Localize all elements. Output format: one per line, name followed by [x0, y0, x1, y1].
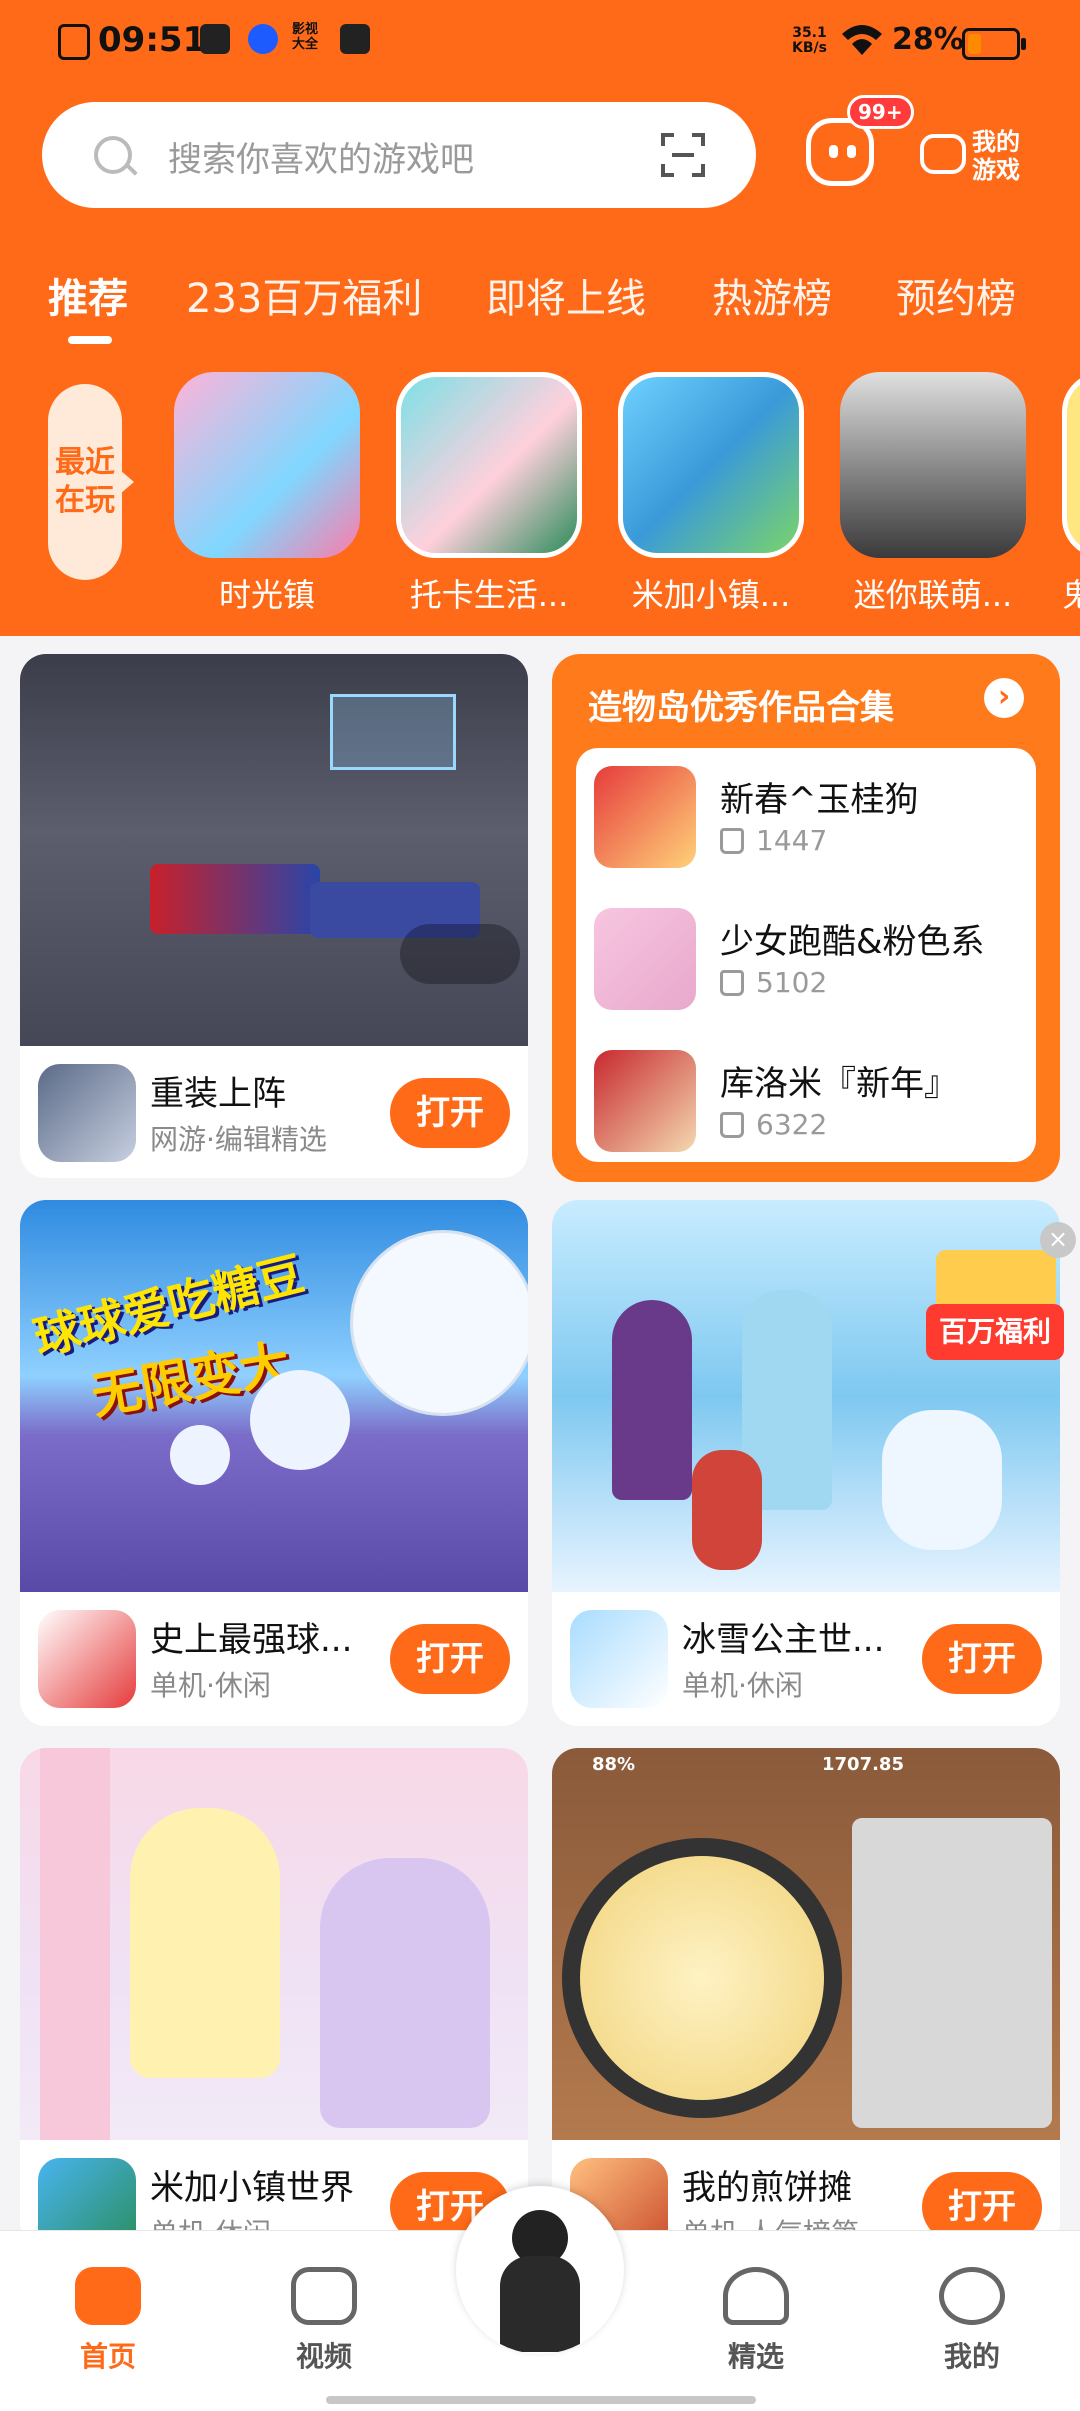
game-icon	[38, 1064, 136, 1162]
game-meta: 网游·编辑精选	[150, 1123, 327, 1156]
welfare-coupon[interactable]: 百万福利	[926, 1242, 1064, 1376]
coupon-label: 百万福利	[926, 1304, 1064, 1360]
thumbs-up-icon	[720, 1112, 744, 1138]
game-icon	[38, 1610, 136, 1708]
header: 09:51 影视大全 35.1 KB/s 28% 搜索你喜欢的游戏吧 99+ 我的…	[0, 0, 1080, 636]
clock: 09:51	[98, 20, 207, 60]
tab-hot[interactable]: 热游榜	[712, 266, 832, 324]
open-button[interactable]: 打开	[390, 1624, 510, 1694]
collection-title: 造物岛优秀作品合集	[588, 688, 894, 728]
wifi-icon	[842, 25, 882, 55]
game-screenshot	[20, 1748, 528, 2140]
search-placeholder: 搜索你喜欢的游戏吧	[168, 140, 474, 180]
battery-icon	[962, 28, 1026, 60]
open-button[interactable]: 打开	[922, 1624, 1042, 1694]
recent-game[interactable]: 米加小镇...	[618, 372, 804, 616]
avatar-button[interactable]	[456, 2186, 624, 2354]
game-screenshot	[20, 654, 528, 1046]
game-icon	[1062, 372, 1080, 558]
nav-mine[interactable]: 我的	[912, 2267, 1032, 2375]
close-icon[interactable]: ×	[1040, 1222, 1076, 1258]
nav-featured[interactable]: 精选	[696, 2267, 816, 2375]
recent-game[interactable]: 鬼	[1062, 372, 1080, 616]
gamepad-icon	[75, 2267, 141, 2325]
game-name: 我的煎饼摊	[682, 2168, 852, 2208]
app-badge: 影视大全	[292, 22, 319, 52]
recent-game[interactable]: 托卡生活...	[396, 372, 582, 616]
game-card[interactable]: 米加小镇世界 单机·休闲 打开	[20, 1748, 528, 2248]
gamepad-icon	[920, 134, 966, 174]
game-name: 重装上阵	[150, 1074, 286, 1114]
game-name: 冰雪公主世...	[682, 1620, 885, 1660]
game-icon	[840, 372, 1026, 558]
likes: 1447	[720, 824, 827, 857]
work-icon	[594, 908, 696, 1010]
face-icon	[939, 2267, 1005, 2325]
scan-icon[interactable]	[660, 132, 706, 178]
app-icon	[340, 24, 370, 54]
nav-video[interactable]: 视频	[264, 2267, 384, 2375]
active-tab-indicator	[68, 336, 112, 344]
game-icon	[618, 372, 804, 558]
collection-item[interactable]: 新春^玉桂狗 1447	[594, 766, 1024, 876]
hud-percent: 88%	[592, 1754, 636, 1775]
game-icon	[174, 372, 360, 558]
game-card[interactable]: 88% 1707.85 我的煎饼摊 单机·人气榜第 打开	[552, 1748, 1060, 2248]
heart-icon	[723, 2267, 789, 2325]
hud-money: 1707.85	[822, 1754, 904, 1775]
battery-percent: 28%	[892, 22, 964, 57]
message-badge: 99+	[847, 95, 914, 129]
game-card[interactable]: 重装上阵 网游·编辑精选 打开	[20, 654, 528, 1178]
work-icon	[594, 1050, 696, 1152]
game-name: 米加小镇世界	[150, 2168, 354, 2208]
message-icon[interactable]: 99+	[806, 95, 914, 186]
home-indicator	[326, 2396, 756, 2404]
category-tabs: 推荐 233百万福利 即将上线 热游榜 预约榜	[0, 266, 1080, 336]
my-games-label: 我的游戏	[972, 128, 1020, 184]
nav-home[interactable]: 首页	[48, 2267, 168, 2375]
chevron-right-icon[interactable]: ›	[984, 678, 1024, 718]
open-button[interactable]: 打开	[390, 1078, 510, 1148]
avatar-body	[500, 2256, 580, 2352]
tab-recommend[interactable]: 推荐	[48, 266, 128, 324]
game-meta: 单机·休闲	[682, 1669, 803, 1702]
search-bar[interactable]: 搜索你喜欢的游戏吧	[42, 102, 756, 208]
collection-item[interactable]: 库洛米『新年』 6322	[594, 1050, 1024, 1160]
thumbs-up-icon	[720, 970, 744, 996]
game-icon	[570, 1610, 668, 1708]
game-name: 史上最强球...	[150, 1620, 353, 1660]
tab-welfare[interactable]: 233百万福利	[186, 266, 422, 324]
work-icon	[594, 766, 696, 868]
game-icon	[396, 372, 582, 558]
game-meta: 单机·休闲	[150, 1669, 271, 1702]
network-speed: 35.1 KB/s	[792, 25, 827, 56]
search-icon	[94, 136, 132, 174]
status-bar: 09:51 影视大全 35.1 KB/s 28%	[0, 0, 1080, 82]
coin-icon	[936, 1250, 1056, 1310]
tab-upcoming[interactable]: 即将上线	[486, 266, 646, 324]
video-record-icon	[200, 24, 230, 54]
work-name: 库洛米『新年』	[720, 1064, 958, 1104]
collection-item[interactable]: 少女跑酷&粉色系 5102	[594, 908, 1024, 1018]
game-card[interactable]: 球球爱吃糖豆 无限变大 史上最强球... 单机·休闲 打开	[20, 1200, 528, 1726]
work-name: 新春^玉桂狗	[720, 780, 919, 820]
game-screenshot: 球球爱吃糖豆 无限变大	[20, 1200, 528, 1592]
likes: 6322	[720, 1108, 827, 1141]
tab-reserve[interactable]: 预约榜	[896, 266, 1016, 324]
collection-card[interactable]: 造物岛优秀作品合集 › 新春^玉桂狗 1447 少女跑酷&粉色系 5102 库洛…	[552, 654, 1060, 1182]
recent-label: 最近在玩	[48, 384, 134, 580]
sim-icon	[58, 24, 90, 60]
app-notify-icon	[248, 24, 278, 54]
recent-game[interactable]: 迷你联萌...	[840, 372, 1026, 616]
game-screenshot: 88% 1707.85	[552, 1748, 1060, 2140]
play-icon	[291, 2267, 357, 2325]
my-games-button[interactable]: 我的游戏	[920, 118, 1040, 198]
recent-game[interactable]: 时光镇	[174, 372, 360, 616]
collection-list: 新春^玉桂狗 1447 少女跑酷&粉色系 5102 库洛米『新年』 6322	[576, 748, 1036, 1162]
work-name: 少女跑酷&粉色系	[720, 922, 985, 962]
thumbs-up-icon	[720, 828, 744, 854]
likes: 5102	[720, 966, 827, 999]
